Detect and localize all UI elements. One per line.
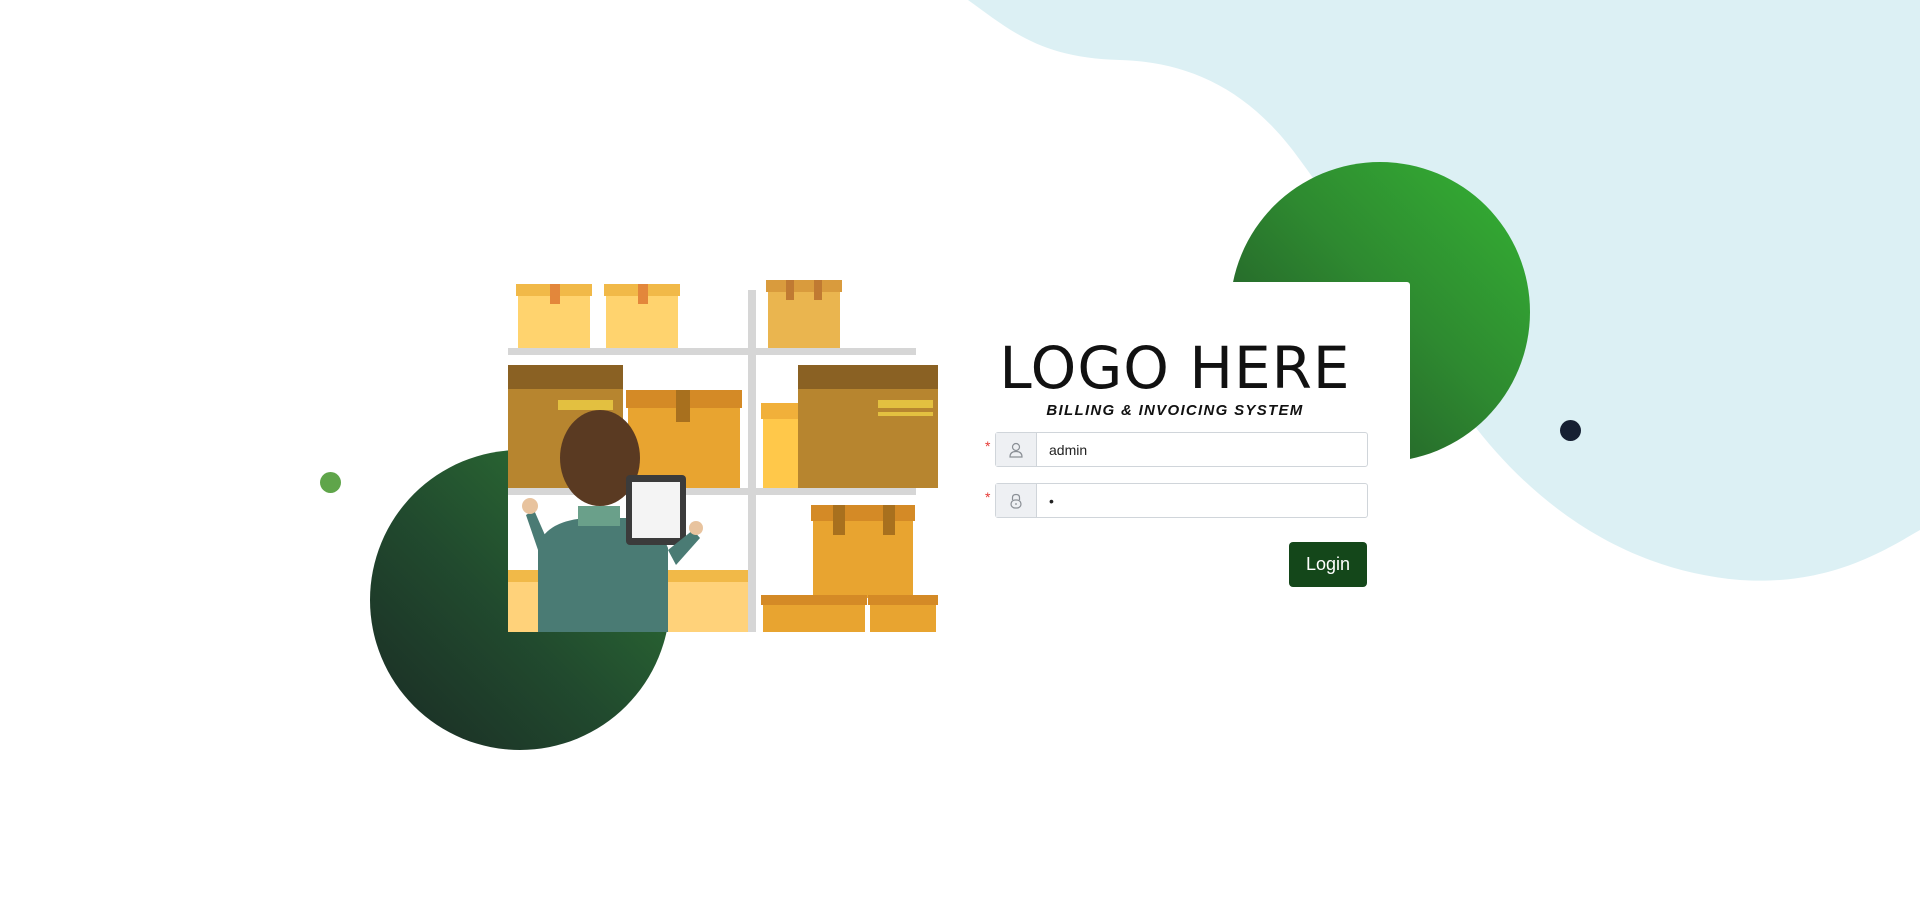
background-blob xyxy=(968,0,1920,581)
required-marker-password: * xyxy=(985,489,991,505)
lock-icon xyxy=(996,484,1037,517)
password-input[interactable] xyxy=(1037,484,1367,517)
login-card: LOGO HERE BILLING & INVOICING SYSTEM * *… xyxy=(975,282,1410,622)
decorative-dot-navy xyxy=(1560,420,1581,441)
required-marker-username: * xyxy=(985,438,991,454)
warehouse-illustration xyxy=(508,280,938,632)
username-input[interactable] xyxy=(1037,433,1367,466)
login-button[interactable]: Login xyxy=(1289,542,1367,587)
logo-text: LOGO HERE xyxy=(999,334,1351,402)
password-field xyxy=(995,483,1368,518)
decorative-dot-green xyxy=(320,472,341,493)
user-icon xyxy=(996,433,1037,466)
app-subtitle: BILLING & INVOICING SYSTEM xyxy=(1046,402,1304,419)
username-field xyxy=(995,432,1368,467)
